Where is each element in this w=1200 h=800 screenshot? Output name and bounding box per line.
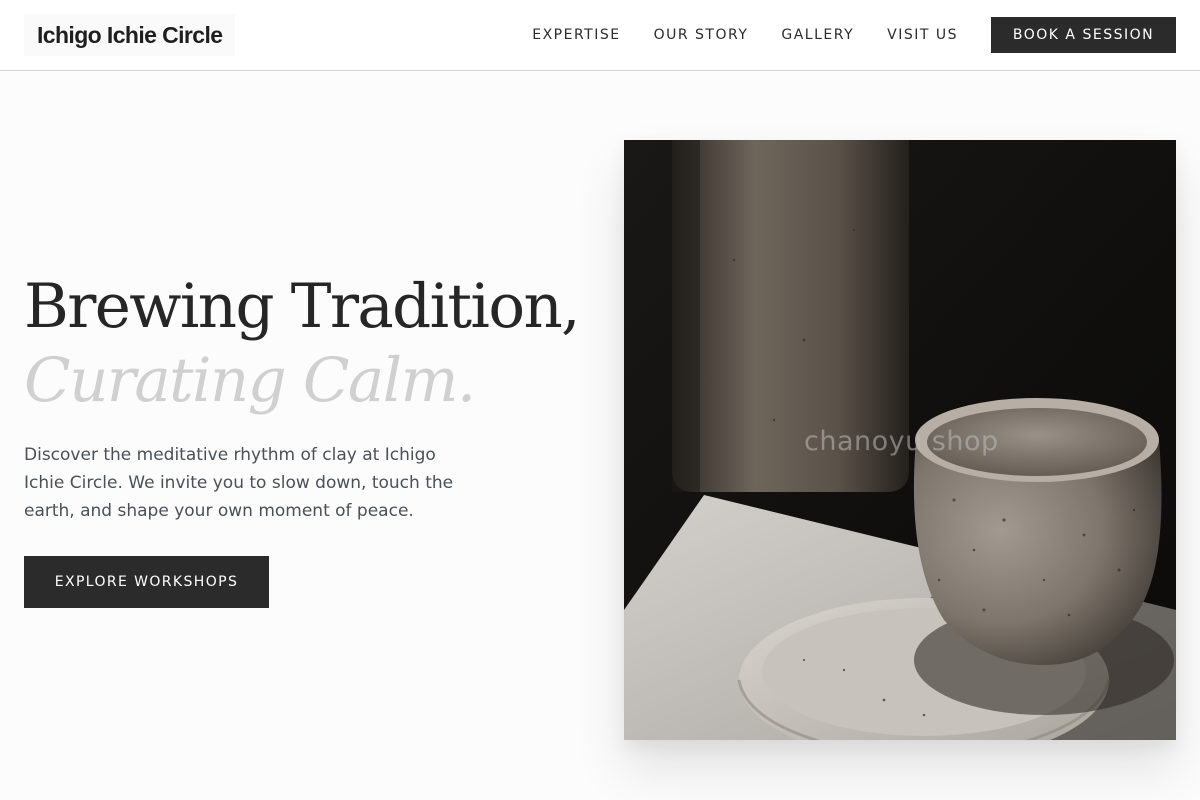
hero-description: Discover the meditative rhythm of clay a…	[24, 445, 454, 521]
hero-title: Brewing Tradition, Curating Calm.	[24, 270, 581, 418]
image-watermark: chanoyu shop	[804, 426, 999, 457]
book-session-button[interactable]: BOOK A SESSION	[991, 17, 1176, 53]
hero-title-line2: Curating Calm.	[24, 345, 476, 416]
hero-image: chanoyu shop	[624, 140, 1176, 740]
nav-link-gallery[interactable]: GALLERY	[781, 17, 854, 53]
hero-title-line1: Brewing Tradition,	[24, 271, 581, 342]
nav-link-our-story[interactable]: OUR STORY	[654, 17, 749, 53]
nav-link-visit-us[interactable]: VISIT US	[887, 17, 958, 53]
main-nav: EXPERTISE OUR STORY GALLERY VISIT US BOO…	[532, 17, 1176, 53]
explore-workshops-button[interactable]: EXPLORE WORKSHOPS	[24, 556, 269, 608]
site-header: Ichigo Ichie Circle EXPERTISE OUR STORY …	[0, 0, 1200, 71]
nav-link-expertise[interactable]: EXPERTISE	[532, 17, 620, 53]
site-logo[interactable]: Ichigo Ichie Circle	[24, 14, 236, 56]
